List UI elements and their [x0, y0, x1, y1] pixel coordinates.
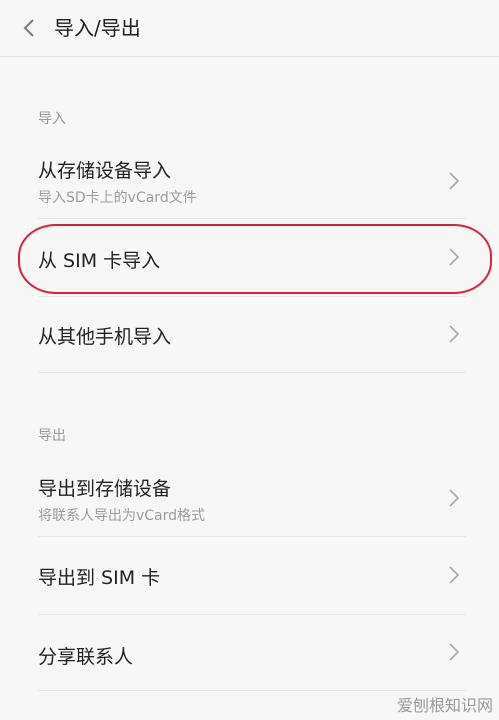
page-title: 导入/导出 [54, 16, 141, 40]
back-button[interactable] [14, 12, 44, 44]
export-to-storage-item[interactable]: 导出到存储设备 将联系人导出为vCard格式 [38, 460, 466, 537]
import-from-storage-item[interactable]: 从存储设备导入 导入SD卡上的vCard文件 [38, 142, 466, 219]
item-subtitle: 将联系人导出为vCard格式 [38, 508, 206, 524]
import-from-sim-item[interactable]: 从 SIM 卡导入 [38, 218, 466, 297]
chevron-right-icon [449, 172, 460, 190]
chevron-right-icon [449, 643, 460, 661]
chevron-left-icon [23, 19, 34, 37]
chevron-right-icon [449, 489, 460, 507]
chevron-right-icon [449, 566, 460, 584]
export-to-sim-item[interactable]: 导出到 SIM 卡 [38, 536, 466, 615]
share-contacts-item[interactable]: 分享联系人 [38, 614, 466, 691]
section-label-import: 导入 [38, 111, 66, 127]
chevron-right-icon [449, 325, 460, 343]
item-title: 从 SIM 卡导入 [38, 250, 161, 272]
item-title: 导出到 SIM 卡 [38, 567, 161, 589]
watermark: 爱刨根知识网 [396, 696, 493, 715]
item-subtitle: 导入SD卡上的vCard文件 [38, 190, 197, 206]
top-bar: 导入/导出 [0, 0, 499, 57]
item-title: 分享联系人 [38, 646, 134, 668]
item-title: 从存储设备导入 [38, 160, 172, 182]
item-title: 导出到存储设备 [38, 478, 172, 500]
chevron-right-icon [449, 248, 460, 266]
item-title: 从其他手机导入 [38, 326, 172, 348]
section-label-export: 导出 [38, 428, 66, 444]
import-from-other-phone-item[interactable]: 从其他手机导入 [38, 296, 466, 373]
